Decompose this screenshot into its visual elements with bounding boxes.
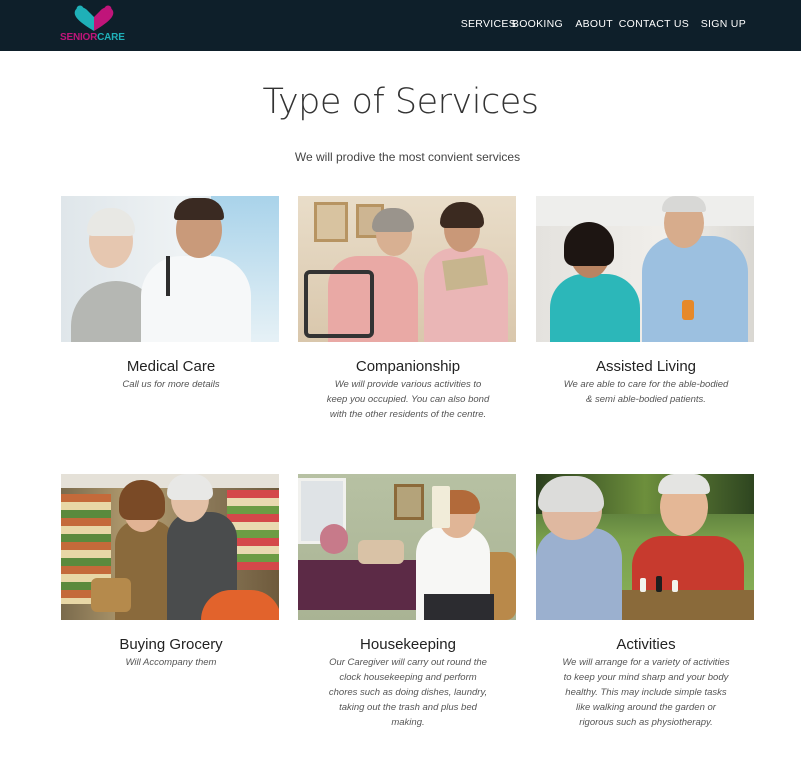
service-title: Assisted Living — [595, 358, 697, 375]
assisted-living-image — [536, 196, 754, 342]
service-card-medical-care[interactable]: Medical Care Call us for more details — [61, 196, 281, 392]
service-description: Our Caregiver will carry out round the c… — [328, 657, 488, 728]
nav-sign-up[interactable]: SIGN UP — [701, 18, 746, 30]
service-title: Buying Grocery — [119, 636, 223, 653]
service-title: Medical Care — [126, 358, 216, 375]
logo-text-care: CARE — [97, 32, 125, 43]
logo-text: SENIORCARE — [60, 32, 125, 43]
site-logo[interactable]: SENIORCARE — [60, 5, 130, 43]
service-title: Housekeeping — [360, 636, 456, 653]
service-card-assisted-living[interactable]: Assisted Living We are able to care for … — [536, 196, 756, 407]
service-card-activities[interactable]: Activities We will arrange for a variety… — [536, 474, 756, 730]
page-title: Type of Services — [262, 82, 539, 122]
service-description: Will Accompany them — [125, 657, 217, 668]
companionship-image — [298, 196, 516, 342]
service-description: We will provide various activities to ke… — [326, 379, 490, 420]
nav-services[interactable]: SERVICES — [461, 18, 516, 30]
activities-image — [536, 474, 754, 620]
service-card-housekeeping[interactable]: Housekeeping Our Caregiver will carry ou… — [298, 474, 518, 730]
logo-text-senior: SENIOR — [60, 32, 98, 43]
service-card-buying-grocery[interactable]: Buying Grocery Will Accompany them — [61, 474, 281, 670]
housekeeping-image — [298, 474, 516, 620]
medical-care-image — [61, 196, 279, 342]
nav-booking[interactable]: BOOKING — [512, 18, 563, 30]
service-title: Activities — [616, 636, 676, 653]
top-navbar: SENIORCARE SERVICES BOOKING ABOUT CONTAC… — [0, 0, 801, 51]
nav-contact-us[interactable]: CONTACT US — [619, 18, 689, 30]
service-card-companionship[interactable]: Companionship We will provide various ac… — [298, 196, 518, 422]
service-description: Call us for more details — [122, 379, 220, 390]
heart-people-icon — [74, 5, 114, 31]
page-subtitle: We will prodive the most convient servic… — [294, 150, 521, 164]
service-description: We are able to care for the able-bodied … — [563, 379, 729, 405]
buying-grocery-image — [61, 474, 279, 620]
service-title: Companionship — [355, 358, 461, 375]
service-description: We will arrange for a variety of activit… — [562, 657, 730, 728]
nav-about[interactable]: ABOUT — [575, 18, 613, 30]
